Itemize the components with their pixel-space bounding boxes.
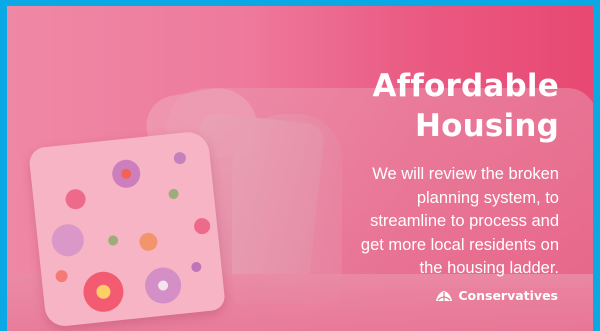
headline: Affordable Housing (259, 66, 559, 146)
body-line: We will review the broken (372, 165, 559, 183)
body-line: the housing ladder. (419, 259, 559, 277)
headline-line-2: Housing (414, 108, 559, 144)
tree-icon (436, 290, 453, 301)
floral-pillow (28, 130, 226, 328)
promo-card: Affordable Housing We will review the br… (0, 0, 600, 331)
conservatives-logo: Conservatives (434, 288, 558, 303)
logo-text: Conservatives (458, 288, 558, 303)
body-text: We will review the broken planning syste… (259, 163, 559, 281)
headline-line-1: Affordable (372, 68, 559, 104)
body-line: planning system, to (416, 188, 559, 207)
message-block: Affordable Housing We will review the br… (259, 66, 559, 281)
body-line: streamline to process and (370, 212, 559, 230)
floral-pattern (51, 152, 211, 312)
body-line: get more local residents on (360, 235, 559, 254)
